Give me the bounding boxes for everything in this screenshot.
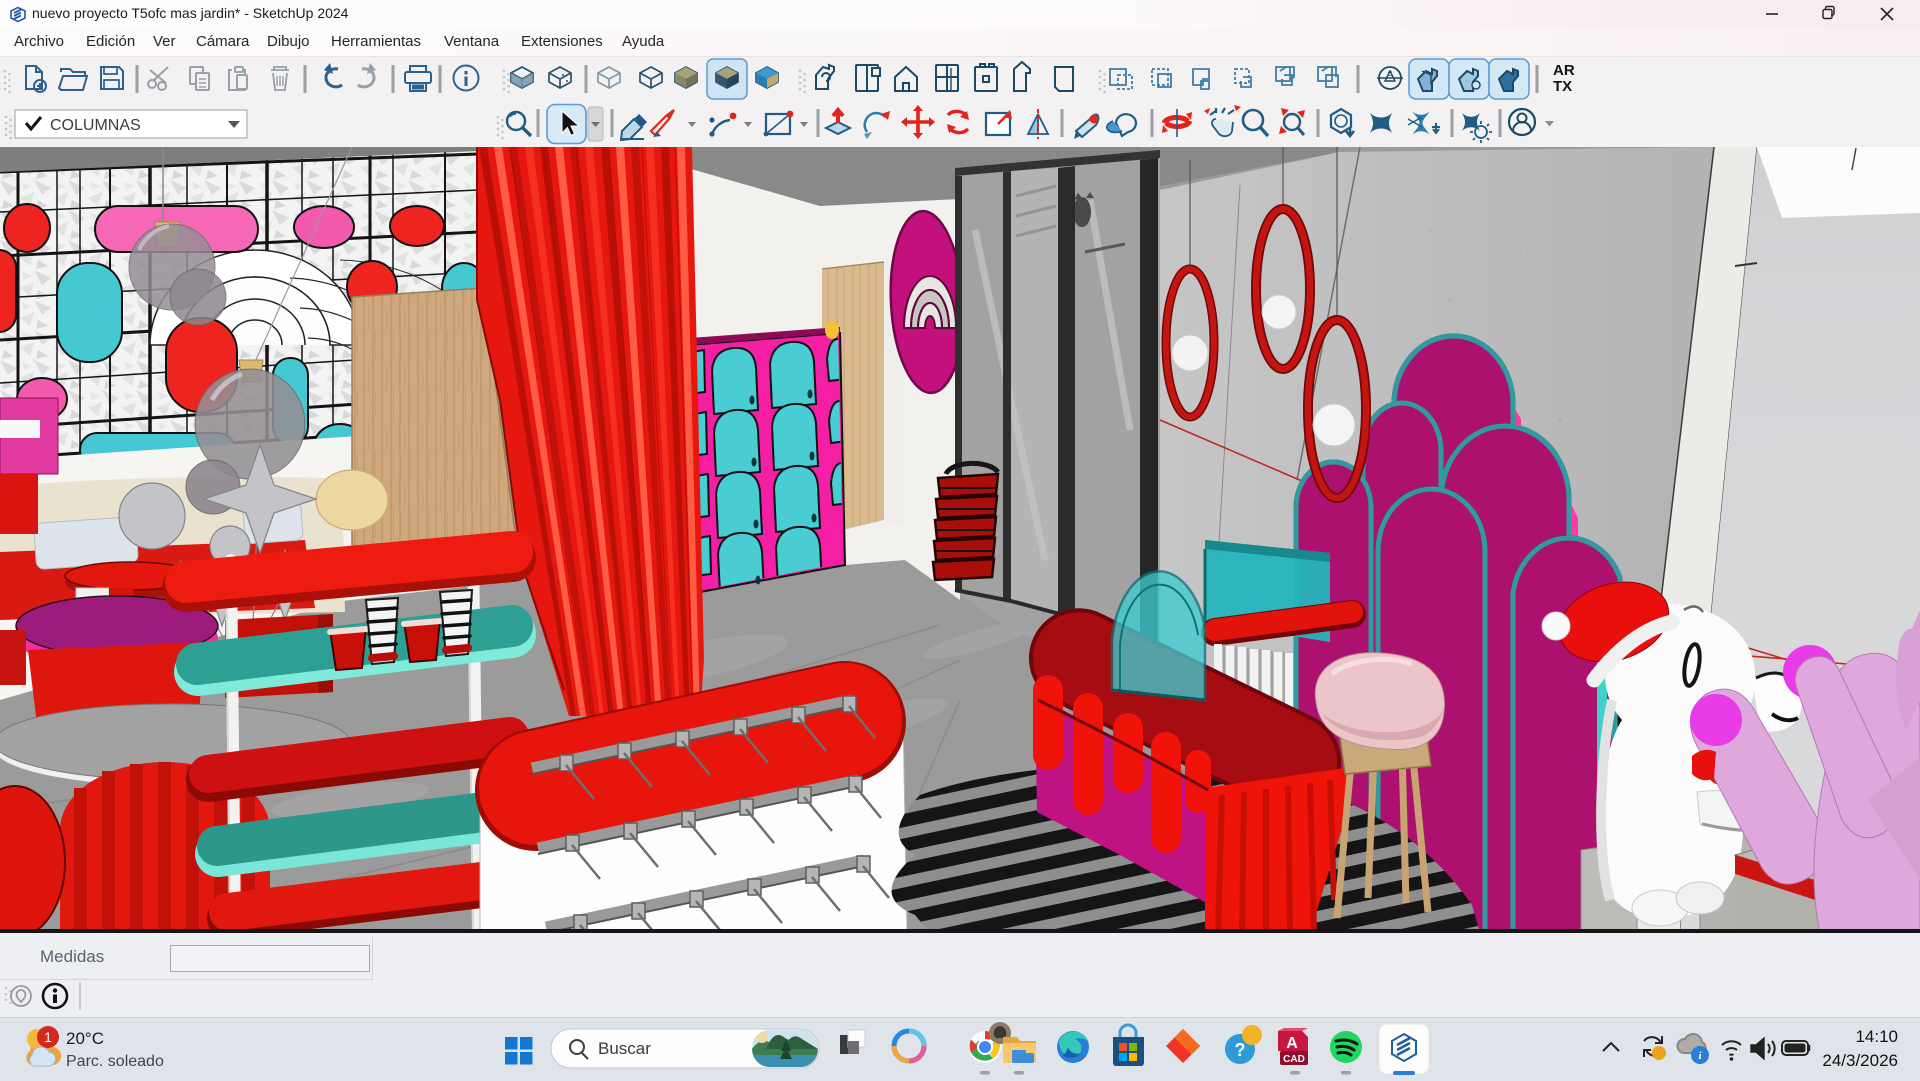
- svg-text:24/3/2026: 24/3/2026: [1822, 1051, 1898, 1070]
- svg-text:1: 1: [44, 1029, 52, 1045]
- svg-text:A: A: [1286, 1035, 1298, 1052]
- svg-text:?: ?: [1235, 1040, 1246, 1060]
- svg-text:20°C: 20°C: [66, 1029, 104, 1048]
- svg-text:Buscar: Buscar: [598, 1039, 651, 1058]
- svg-text:Parc. soleado: Parc. soleado: [66, 1053, 164, 1070]
- svg-text:COLUMNAS: COLUMNAS: [50, 117, 141, 134]
- svg-text:TX: TX: [1553, 78, 1572, 95]
- svg-text:AR: AR: [1553, 62, 1575, 79]
- svg-text:CAD: CAD: [1283, 1054, 1305, 1065]
- svg-text:C: C: [1387, 71, 1392, 78]
- svg-text:14:10: 14:10: [1855, 1027, 1898, 1046]
